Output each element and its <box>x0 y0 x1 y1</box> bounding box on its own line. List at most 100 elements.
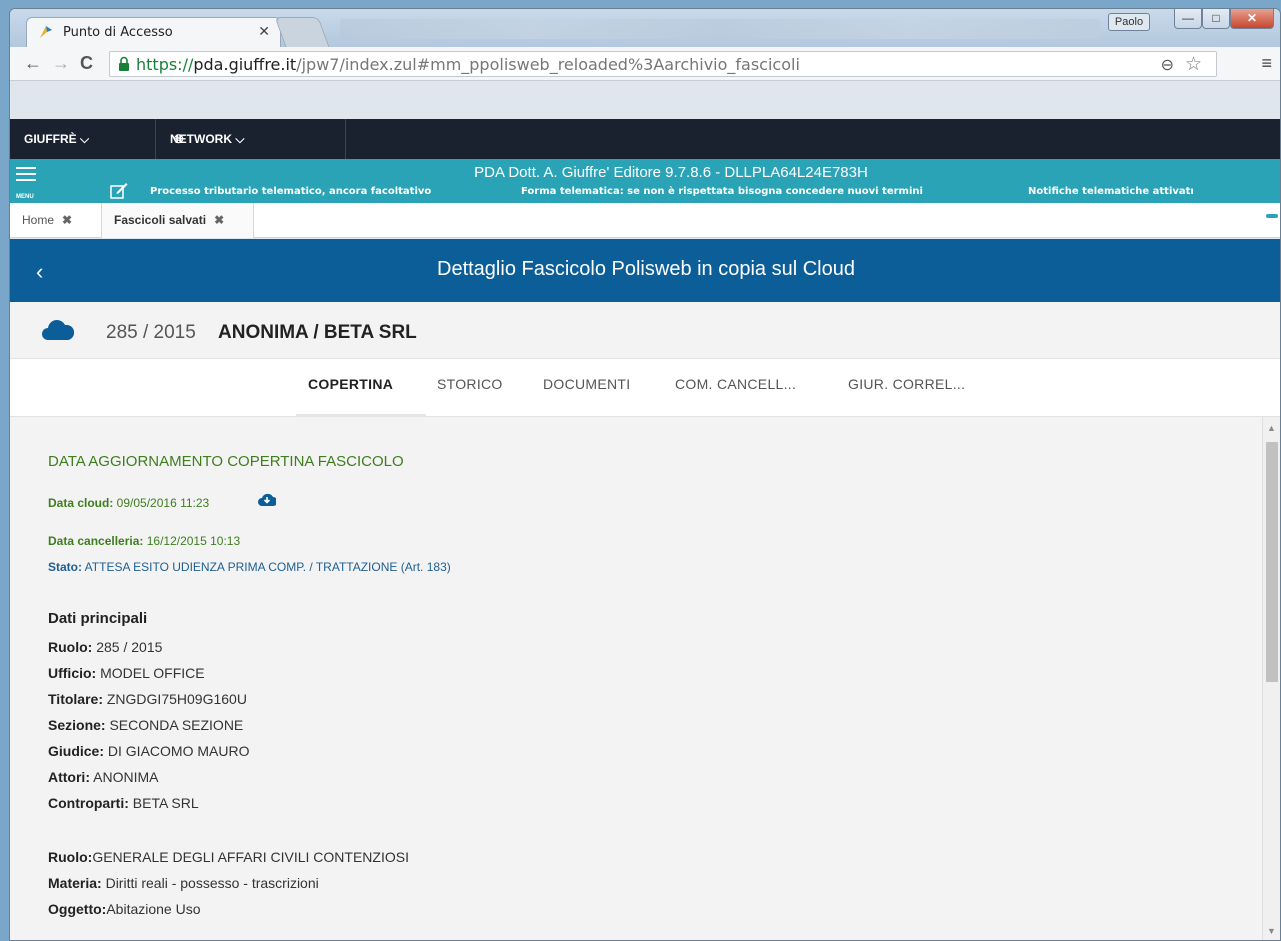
app-tabs: Home ✖ Fascicoli salvati ✖ <box>10 203 1280 238</box>
field-value: ANONIMA <box>90 769 159 785</box>
field-label: Ruolo: <box>48 639 93 655</box>
reload-icon[interactable]: C <box>80 53 93 74</box>
browser-window: Punto di Accesso ✕ Paolo — □ ✕ ← → C htt… <box>9 8 1281 941</box>
globe-icon: 🌐︎ <box>174 132 184 146</box>
url-text: https://pda.giuffre.it/jpw7/index.zul#mm… <box>136 55 800 74</box>
case-number: 285 / 2015 <box>106 322 196 343</box>
scroll-down-icon[interactable]: ▼ <box>1267 926 1276 936</box>
field-value: DI GIACOMO MAURO <box>104 743 250 759</box>
forward-arrow-icon[interactable]: → <box>52 53 70 74</box>
field-label: Giudice: <box>48 743 105 759</box>
tab-fascicoli-close-icon[interactable]: ✖ <box>214 213 224 227</box>
data-cancelleria-value: 16/12/2015 10:13 <box>143 534 241 548</box>
url-bar[interactable]: https://pda.giuffre.it/jpw7/index.zul#mm… <box>109 51 1217 77</box>
field-label: Oggetto: <box>48 901 107 917</box>
field-value: BETA SRL <box>128 795 199 811</box>
cover-content: DATA AGGIORNAMENTO COPERTINA FASCICOLO D… <box>10 417 1264 940</box>
top-navigation: GIUFFRÈ ⌵ 🌐︎ NETWORK ⌵ <box>10 119 1280 159</box>
tab-giur-correl[interactable]: GIUR. CORREL... <box>848 376 965 392</box>
field-sezione: Sezione: SECONDA SEZIONE <box>48 717 243 733</box>
field-controparti: Controparti: BETA SRL <box>48 795 199 811</box>
field-oggetto: Oggetto:Abitazione Uso <box>48 901 201 917</box>
tab-storico[interactable]: STORICO <box>437 376 503 392</box>
browser-tab-active[interactable]: Punto di Accesso ✕ <box>26 17 281 47</box>
stato-value: ATTESA ESITO UDIENZA PRIMA COMP. / TRATT… <box>82 560 451 574</box>
field-ufficio: Ufficio: MODEL OFFICE <box>48 665 205 681</box>
field-attori: Attori: ANONIMA <box>48 769 158 785</box>
giuffre-favicon-icon <box>40 26 52 38</box>
section-tabs: COPERTINA STORICO DOCUMENTI COM. CANCELL… <box>10 359 1280 417</box>
panel-collapse-handle[interactable] <box>1266 214 1278 218</box>
page-header: ‹ Dettaglio Fascicolo Polisweb in copia … <box>10 239 1280 302</box>
content-scrollbar[interactable]: ▲ ▼ <box>1262 417 1280 940</box>
tab-fascicoli-label: Fascicoli salvati <box>114 213 207 227</box>
field-value: Abitazione Uso <box>106 901 201 917</box>
back-arrow-icon[interactable]: ← <box>24 53 42 74</box>
address-toolbar: ← → C https://pda.giuffre.it/jpw7/index.… <box>10 47 1280 81</box>
scroll-up-icon[interactable]: ▲ <box>1267 423 1276 433</box>
ticker-item[interactable]: Processo tributario telematico, ancora f… <box>150 186 431 197</box>
browser-titlebar: Punto di Accesso ✕ Paolo — □ ✕ <box>10 9 1280 47</box>
field-value: Diritti reali - possesso - trascrizioni <box>101 875 319 891</box>
case-title-bar: 285 / 2015 ANONIMA / BETA SRL <box>10 302 1280 359</box>
scrollbar-thumb[interactable] <box>1266 442 1278 682</box>
field-label: Ufficio: <box>48 665 97 681</box>
field-ruolo-generale: Ruolo:GENERALE DEGLI AFFARI CIVILI CONTE… <box>48 849 409 865</box>
tab-home[interactable]: Home ✖ <box>10 203 102 238</box>
edit-icon[interactable] <box>110 181 128 199</box>
field-label: Titolare: <box>48 691 103 707</box>
field-label: Attori: <box>48 769 90 785</box>
field-label: Controparti: <box>48 795 129 811</box>
zoom-icon[interactable]: ⊖ <box>1161 55 1174 75</box>
lock-icon <box>119 56 129 71</box>
network-dropdown[interactable]: 🌐︎ NETWORK ⌵ <box>156 119 346 159</box>
url-host: pda.giuffre.it <box>193 55 297 74</box>
close-window-button[interactable]: ✕ <box>1230 9 1274 29</box>
minimize-button[interactable]: — <box>1174 9 1202 29</box>
data-cloud-label: Data cloud: <box>48 496 114 510</box>
info-banner: MENU PDA Dott. A. Giuffre' Editore 9.7.8… <box>10 159 1280 203</box>
maximize-button[interactable]: □ <box>1202 9 1230 29</box>
field-value: MODEL OFFICE <box>96 665 205 681</box>
stato-label: Stato: <box>48 560 82 574</box>
tab-copertina[interactable]: COPERTINA <box>308 376 393 392</box>
browser-tab-title: Punto di Accesso <box>63 25 173 40</box>
tab-documenti[interactable]: DOCUMENTI <box>543 376 630 392</box>
cover-update-heading: DATA AGGIORNAMENTO COPERTINA FASCICOLO <box>48 453 404 470</box>
tab-home-label: Home <box>22 213 55 227</box>
tab-com-cancell[interactable]: COM. CANCELL... <box>675 376 796 392</box>
stato: Stato: ATTESA ESITO UDIENZA PRIMA COMP. … <box>48 560 451 574</box>
menu-label: MENU <box>16 194 34 200</box>
bookmark-star-icon[interactable]: ☆ <box>1185 53 1202 76</box>
banner-title: PDA Dott. A. Giuffre' Editore 9.7.8.6 - … <box>474 164 868 181</box>
tab-fascicoli-salvati[interactable]: Fascicoli salvati ✖ <box>102 203 254 238</box>
main-data-heading: Dati principali <box>48 610 148 627</box>
field-value: SECONDA SEZIONE <box>105 717 244 733</box>
field-value: 285 / 2015 <box>92 639 163 655</box>
field-materia: Materia: Diritti reali - possesso - tras… <box>48 875 319 891</box>
field-ruolo: Ruolo: 285 / 2015 <box>48 639 162 655</box>
ticker-item[interactable]: Notifiche telematiche attivatı <box>1028 186 1194 197</box>
tab-close-icon[interactable]: ✕ <box>258 23 270 40</box>
new-tab-button[interactable] <box>274 17 330 47</box>
url-path: /jpw7/index.zul#mm_ppolisweb_reloaded%3A… <box>296 55 800 74</box>
field-label: Materia: <box>48 875 102 891</box>
field-label: Ruolo: <box>48 849 93 865</box>
field-titolare: Titolare: ZNGDGI75H09G160U <box>48 691 247 707</box>
giuffre-dropdown[interactable]: GIUFFRÈ ⌵ <box>10 119 156 159</box>
data-cloud: Data cloud: 09/05/2016 11:23 <box>48 496 209 510</box>
field-giudice: Giudice: DI GIACOMO MAURO <box>48 743 249 759</box>
cloud-download-icon[interactable] <box>258 492 276 506</box>
tab-home-close-icon[interactable]: ✖ <box>62 213 72 227</box>
browser-menu-icon[interactable]: ≡ <box>1261 53 1272 74</box>
data-cloud-value: 09/05/2016 11:23 <box>113 496 210 510</box>
field-value: ZNGDGI75H09G160U <box>102 691 247 707</box>
data-cancelleria-label: Data cancelleria: <box>48 534 144 548</box>
url-scheme: https:// <box>136 55 194 74</box>
profile-user-badge[interactable]: Paolo <box>1108 13 1150 31</box>
blurred-background-strip <box>340 19 1100 39</box>
data-cancelleria: Data cancelleria: 16/12/2015 10:13 <box>48 534 240 548</box>
field-value: GENERALE DEGLI AFFARI CIVILI CONTENZIOSI <box>92 849 409 865</box>
field-label: Sezione: <box>48 717 106 733</box>
ticker-item[interactable]: Forma telematica: se non è rispettata bi… <box>521 186 923 197</box>
